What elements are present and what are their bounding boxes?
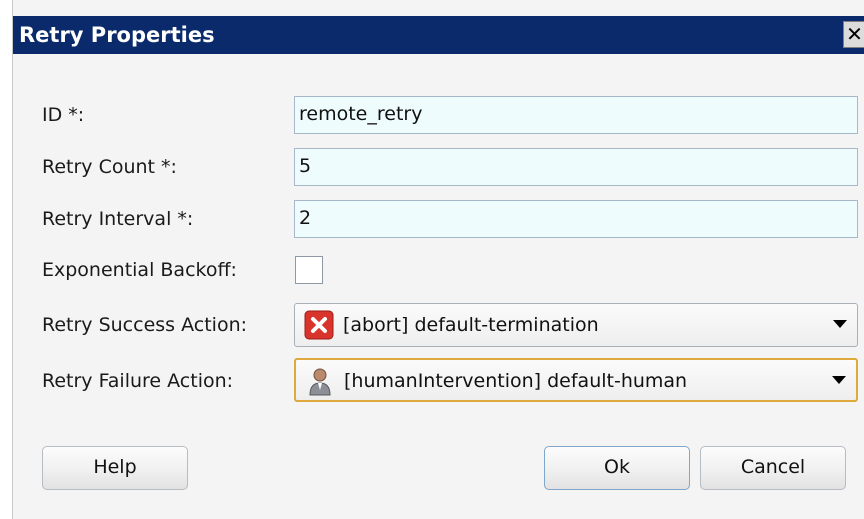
retry-success-action-value: [abort] default-termination [343, 314, 599, 336]
exponential-backoff-label: Exponential Backoff: [42, 259, 237, 281]
retry-properties-dialog: Retry Properties ✕ ID *: remote_retry Re… [12, 0, 864, 519]
close-icon: ✕ [846, 22, 863, 46]
retry-failure-action-label: Retry Failure Action: [42, 370, 234, 392]
chevron-down-icon[interactable] [832, 376, 846, 384]
abort-icon [304, 310, 334, 340]
help-button[interactable]: Help [42, 446, 188, 490]
retry-count-field[interactable]: 5 [294, 148, 858, 186]
title-bar: Retry Properties ✕ [13, 16, 864, 54]
dialog-title: Retry Properties [19, 23, 215, 47]
retry-count-label: Retry Count *: [42, 156, 177, 178]
retry-failure-action-value: [humanIntervention] default-human [344, 370, 688, 392]
exponential-backoff-checkbox[interactable] [295, 256, 323, 284]
human-icon [309, 368, 331, 396]
retry-failure-action-select[interactable]: [humanIntervention] default-human [294, 358, 858, 402]
ok-button[interactable]: Ok [544, 446, 690, 490]
close-button[interactable]: ✕ [843, 21, 864, 48]
retry-interval-label: Retry Interval *: [42, 208, 194, 230]
cancel-button[interactable]: Cancel [700, 446, 846, 490]
retry-success-action-label: Retry Success Action: [42, 314, 248, 336]
chevron-down-icon[interactable] [833, 320, 847, 328]
retry-interval-field[interactable]: 2 [294, 200, 858, 238]
id-field[interactable]: remote_retry [294, 96, 858, 134]
retry-success-action-select[interactable]: [abort] default-termination [294, 303, 858, 347]
id-label: ID *: [42, 104, 85, 126]
